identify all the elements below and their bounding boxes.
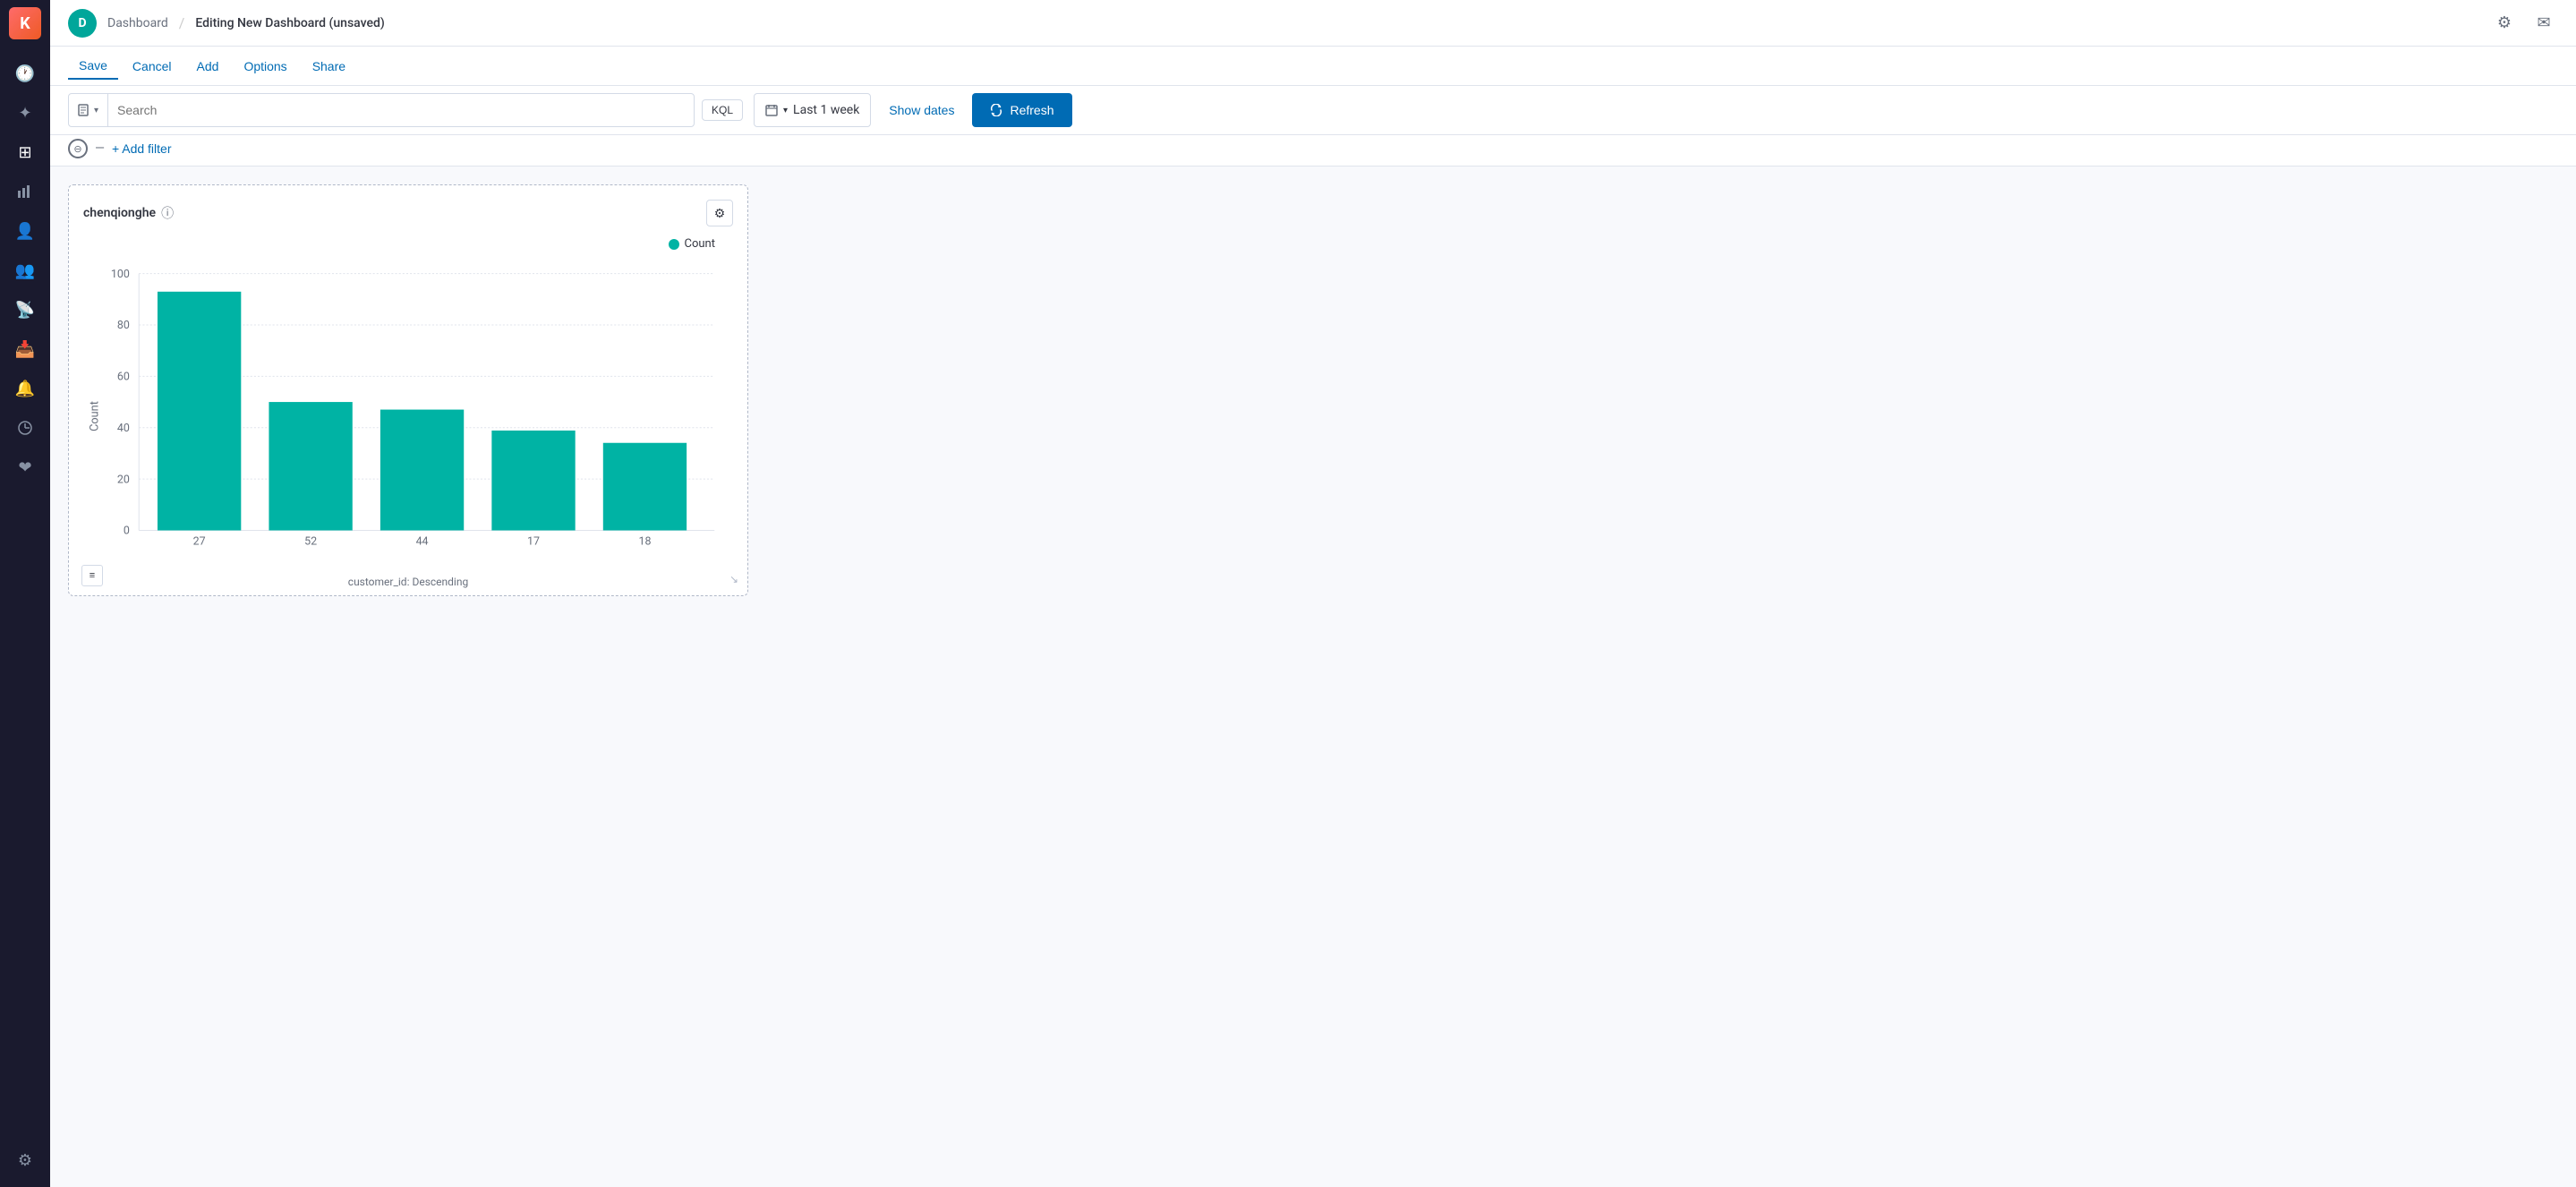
visualization-panel: chenqionghe ⓘ ⚙ Count bbox=[68, 184, 748, 596]
filter-icon[interactable]: ⊖ bbox=[68, 139, 88, 158]
kql-button[interactable]: KQL bbox=[702, 99, 743, 121]
chart-legend: Count bbox=[669, 237, 715, 251]
cancel-button[interactable]: Cancel bbox=[122, 54, 183, 79]
svg-text:80: 80 bbox=[117, 319, 130, 332]
svg-text:40: 40 bbox=[117, 422, 130, 435]
svg-text:100: 100 bbox=[111, 268, 130, 281]
breadcrumb: Dashboard bbox=[107, 16, 168, 30]
chart-x-axis-label: customer_id: Descending bbox=[83, 576, 733, 588]
panel-bottom-right: ↘ bbox=[729, 569, 738, 586]
sidebar-item-alerts[interactable]: 🔔 bbox=[7, 371, 43, 406]
panel-bottom-left: ≡ bbox=[81, 565, 103, 586]
add-button[interactable]: Add bbox=[186, 54, 230, 79]
svg-text:0: 0 bbox=[124, 525, 130, 538]
date-picker-button[interactable]: ▾ Last 1 week bbox=[754, 93, 871, 127]
svg-text:27: 27 bbox=[193, 534, 206, 548]
breadcrumb-separator: / bbox=[179, 14, 185, 31]
panel-title-row: chenqionghe ⓘ bbox=[83, 204, 174, 222]
add-filter-button[interactable]: + Add filter bbox=[112, 141, 172, 156]
page-title: Editing New Dashboard (unsaved) bbox=[195, 16, 384, 30]
topbar: D Dashboard / Editing New Dashboard (uns… bbox=[50, 0, 2576, 47]
calendar-icon bbox=[765, 104, 778, 116]
sidebar-item-health[interactable]: ❤ bbox=[7, 449, 43, 485]
gear-icon: ⚙ bbox=[714, 206, 726, 221]
refresh-icon bbox=[990, 104, 1002, 116]
filter-dash: — bbox=[95, 141, 105, 156]
settings-icon[interactable]: ⚙ bbox=[2490, 9, 2519, 38]
svg-text:18: 18 bbox=[638, 534, 651, 548]
sidebar-item-favorites[interactable]: ✦ bbox=[7, 95, 43, 131]
svg-text:60: 60 bbox=[117, 370, 130, 383]
document-icon bbox=[78, 104, 90, 116]
refresh-button[interactable]: Refresh bbox=[972, 93, 1071, 127]
sidebar-item-team[interactable]: 👥 bbox=[7, 252, 43, 288]
chevron-down-icon-date: ▾ bbox=[783, 106, 788, 115]
svg-text:Count: Count bbox=[89, 401, 102, 431]
bar-27[interactable] bbox=[158, 292, 241, 531]
mail-icon[interactable]: ✉ bbox=[2529, 9, 2558, 38]
svg-text:52: 52 bbox=[304, 534, 317, 548]
panel-gear-button[interactable]: ⚙ bbox=[706, 200, 733, 226]
sidebar-item-dashboard[interactable]: ⊞ bbox=[7, 134, 43, 170]
bar-44[interactable] bbox=[380, 410, 464, 531]
sidebar-item-settings[interactable]: ⚙ bbox=[7, 1142, 43, 1178]
app-logo[interactable]: K bbox=[9, 7, 41, 39]
save-button[interactable]: Save bbox=[68, 53, 118, 80]
filterrow: ⊖ — + Add filter bbox=[50, 135, 2576, 167]
sidebar: K 🕐 ✦ ⊞ 👤 👥 📡 📥 🔔 ❤ ⚙ bbox=[0, 0, 50, 1187]
sidebar-item-visualize[interactable] bbox=[7, 174, 43, 209]
svg-text:20: 20 bbox=[117, 473, 130, 486]
search-container: ▾ bbox=[68, 93, 695, 127]
svg-text:17: 17 bbox=[527, 534, 540, 548]
resize-handle[interactable]: ↘ bbox=[729, 573, 738, 585]
svg-text:44: 44 bbox=[416, 534, 429, 548]
main-area: D Dashboard / Editing New Dashboard (uns… bbox=[50, 0, 2576, 1187]
bar-52[interactable] bbox=[269, 402, 352, 530]
chart-container: Count 100 80 60 40 2 bbox=[83, 237, 733, 577]
refresh-label: Refresh bbox=[1010, 103, 1053, 117]
sidebar-item-recent[interactable]: 🕐 bbox=[7, 56, 43, 91]
sidebar-item-import[interactable]: 📥 bbox=[7, 331, 43, 367]
content-area: chenqionghe ⓘ ⚙ Count bbox=[50, 167, 2576, 1187]
sidebar-item-feeds[interactable]: 📡 bbox=[7, 292, 43, 328]
options-button[interactable]: Options bbox=[233, 54, 297, 79]
legend-label: Count bbox=[685, 237, 715, 251]
panel-title: chenqionghe bbox=[83, 206, 156, 220]
search-input[interactable] bbox=[108, 103, 694, 117]
date-label: Last 1 week bbox=[793, 103, 859, 117]
legend-dot bbox=[669, 239, 679, 250]
show-dates-button[interactable]: Show dates bbox=[878, 98, 965, 123]
info-icon[interactable]: ⓘ bbox=[161, 204, 174, 222]
panel-header: chenqionghe ⓘ ⚙ bbox=[83, 200, 733, 226]
share-button[interactable]: Share bbox=[302, 54, 356, 79]
avatar: D bbox=[68, 9, 97, 38]
bar-18[interactable] bbox=[603, 443, 687, 531]
actionbar: Save Cancel Add Options Share bbox=[50, 47, 2576, 86]
bar-17[interactable] bbox=[491, 431, 575, 531]
sidebar-item-users[interactable]: 👤 bbox=[7, 213, 43, 249]
filterbar: ▾ KQL ▾ Last 1 week Show dates Refresh bbox=[50, 86, 2576, 135]
chevron-down-icon: ▾ bbox=[94, 106, 98, 115]
bar-chart: 100 80 60 40 20 0 Count 27 52 bbox=[83, 264, 733, 568]
panel-list-button[interactable]: ≡ bbox=[81, 565, 103, 586]
sidebar-item-analytics[interactable] bbox=[7, 410, 43, 446]
search-type-button[interactable]: ▾ bbox=[69, 94, 108, 126]
